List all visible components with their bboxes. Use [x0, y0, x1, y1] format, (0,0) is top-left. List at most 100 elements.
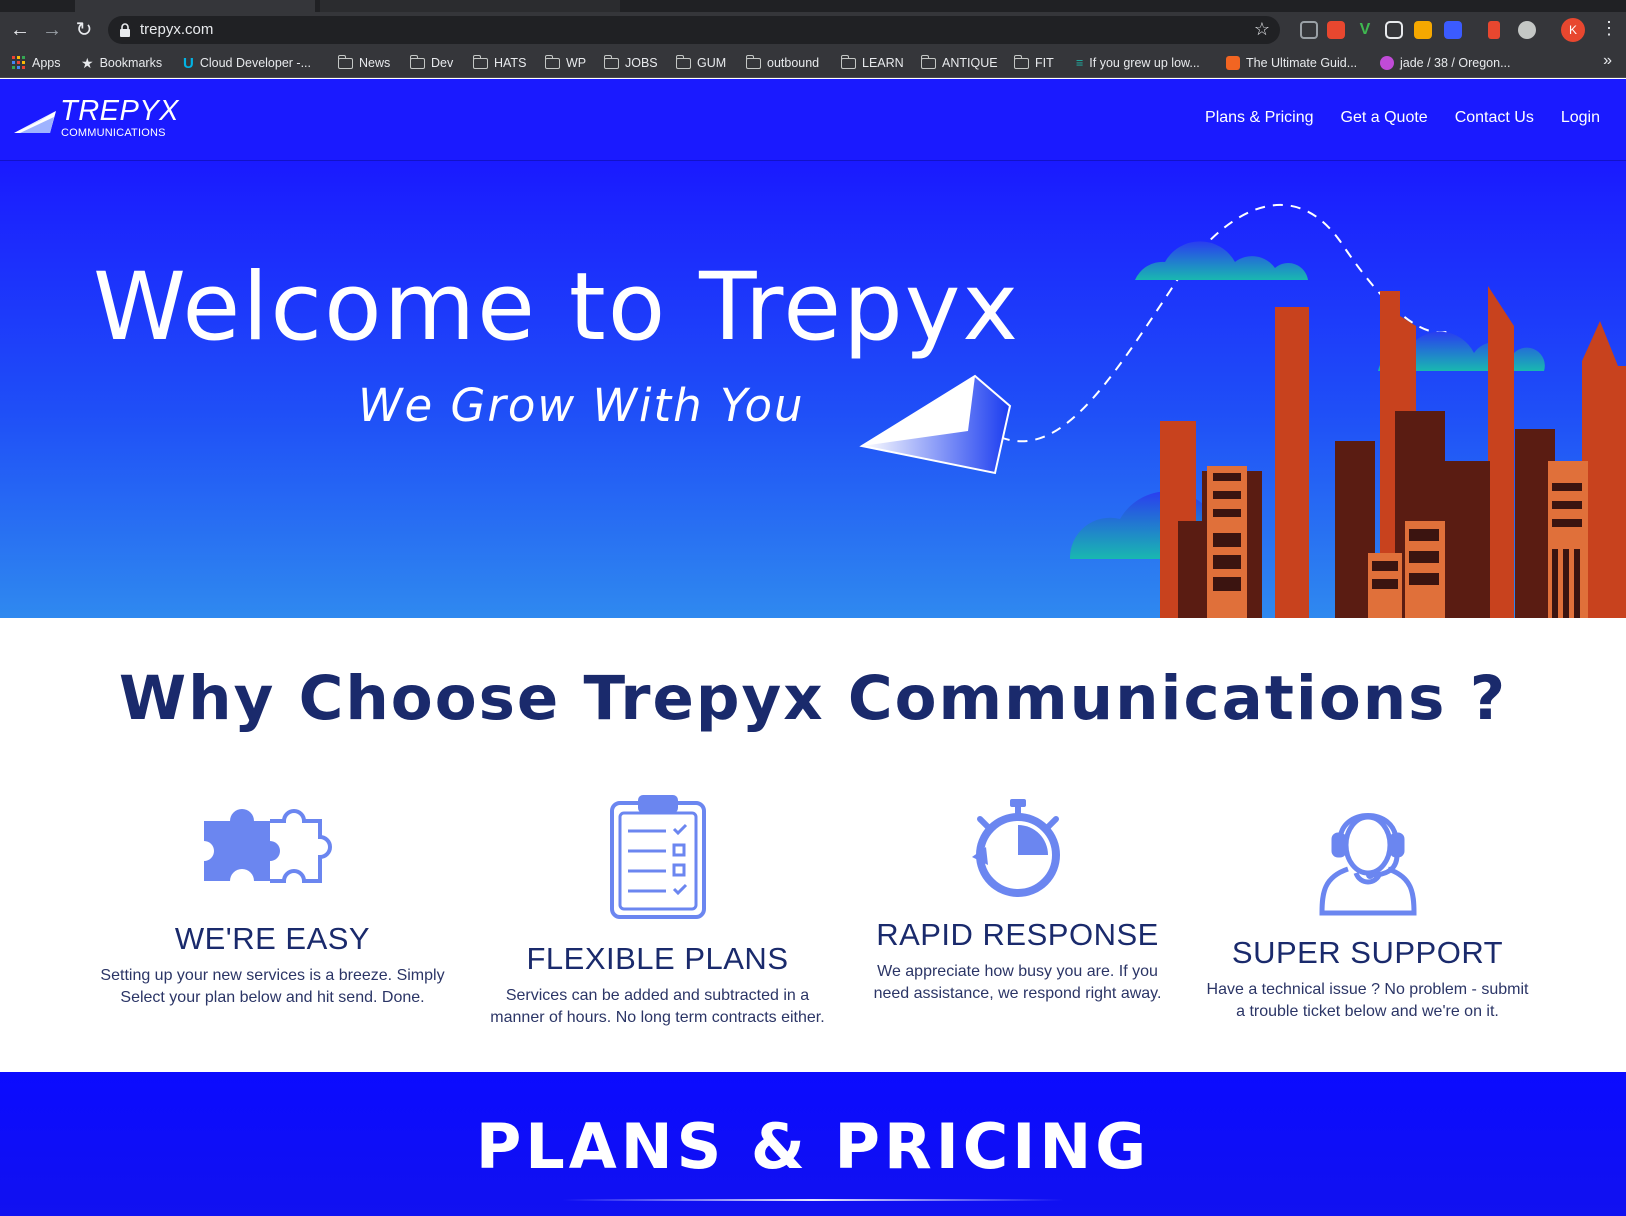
stopwatch-icon — [971, 799, 1060, 897]
ladder-icon: ≡ — [1076, 56, 1084, 70]
feature-desc-line: We appreciate how busy you are. If you — [877, 963, 1158, 980]
bookmark-label: News — [359, 56, 391, 70]
folder-icon — [472, 54, 488, 69]
bookmark-dev[interactable]: Dev — [409, 54, 454, 72]
feature-title: RAPID RESPONSE — [876, 917, 1159, 952]
feature-title: WE'RE EASY — [174, 921, 371, 956]
folder-icon — [920, 54, 936, 69]
bookmark-cloud-developer[interactable]: U Cloud Developer -... — [183, 54, 311, 72]
back-icon[interactable]: ← — [8, 18, 32, 42]
logo-wordmark: TREPYX — [60, 95, 180, 127]
url-text: trepyx.com — [140, 21, 214, 38]
feature-title: SUPER SUPPORT — [1231, 935, 1504, 970]
bookmark-outbound[interactable]: outbound — [745, 54, 819, 72]
bookmark-label: GUM — [697, 56, 727, 70]
feature-support: SUPER SUPPORT Have a technical issue ? N… — [1175, 793, 1560, 1023]
bookmark-label: JOBS — [625, 56, 658, 70]
bookmarks-bar: Apps ★ Bookmarks U Cloud Developer -... … — [0, 48, 1626, 78]
heading-divider — [563, 1199, 1063, 1201]
bookmark-label: jade / 38 / Oregon... — [1400, 56, 1511, 70]
nav-login[interactable]: Login — [1561, 109, 1600, 127]
browser-toolbar: ← → ↻ trepyx.com ☆ V K ⋮ — [0, 12, 1626, 48]
bookmark-jobs[interactable]: JOBS — [603, 54, 658, 72]
folder-icon — [337, 54, 353, 69]
folder-icon — [1013, 54, 1029, 69]
extension-circle-icon[interactable] — [1518, 21, 1536, 39]
feature-desc-line: manner of hours. No long term contracts … — [490, 1009, 825, 1026]
bookmark-gum[interactable]: GUM — [675, 54, 727, 72]
extension-v-icon[interactable]: V — [1356, 21, 1374, 39]
feature-desc-line: a trouble ticket below and we're on it. — [1236, 1003, 1499, 1020]
bookmark-label: ANTIQUE — [942, 56, 998, 70]
bookmark-bookmarks[interactable]: ★ Bookmarks — [81, 54, 162, 72]
browser-tab-strip — [0, 0, 1626, 12]
nav-contact-us[interactable]: Contact Us — [1455, 109, 1534, 127]
bookmark-label: FIT — [1035, 56, 1054, 70]
bookmark-star-icon[interactable]: ☆ — [1254, 19, 1270, 40]
browser-tab-active[interactable] — [75, 0, 315, 12]
bookmark-hats[interactable]: HATS — [472, 54, 527, 72]
bookmark-label: Dev — [431, 56, 454, 70]
hero-banner: Welcome to Trepyx We Grow With You — [0, 161, 1626, 618]
browser-tab[interactable] — [320, 0, 620, 12]
forward-icon[interactable]: → — [40, 18, 64, 42]
bookmark-if-you-grew-up[interactable]: ≡ If you grew up low... — [1076, 54, 1200, 72]
bookmark-news[interactable]: News — [337, 54, 391, 72]
plans-pricing-section: PLANS & PRICING — [0, 1072, 1626, 1216]
main-nav: Plans & Pricing Get a Quote Contact Us L… — [1205, 109, 1600, 127]
bookmark-fit[interactable]: FIT — [1013, 54, 1054, 72]
bookmark-learn[interactable]: LEARN — [840, 54, 904, 72]
more-bookmarks-icon[interactable]: » — [1603, 52, 1612, 70]
bookmark-label: Cloud Developer -... — [199, 56, 312, 70]
folder-icon — [544, 54, 560, 69]
bookmark-apps[interactable]: Apps — [12, 54, 61, 72]
bookmark-antique[interactable]: ANTIQUE — [920, 54, 998, 72]
trepyx-logo[interactable]: TREPYX COMMUNICATIONS — [14, 95, 184, 143]
paper-plane-logo-icon — [14, 111, 56, 133]
bookmark-label: HATS — [494, 56, 527, 70]
folder-icon — [603, 54, 619, 69]
menu-kebab-icon[interactable]: ⋮ — [1600, 18, 1618, 39]
feature-description: Setting up your new services is a breeze… — [80, 965, 465, 1009]
logo-subtitle: COMMUNICATIONS — [61, 127, 166, 139]
hero-subtitle: We Grow With You — [358, 379, 805, 432]
hero-title: Welcome to Trepyx — [93, 253, 1021, 362]
feature-desc-line: Select your plan below and hit send. Don… — [120, 989, 425, 1006]
why-choose-heading: Why Choose Trepyx Communications ? — [118, 663, 1508, 734]
feature-description: Have a technical issue ? No problem - su… — [1175, 979, 1560, 1023]
extension-pocket-icon[interactable] — [1385, 21, 1403, 39]
nav-plans-pricing[interactable]: Plans & Pricing — [1205, 109, 1314, 127]
feature-desc-line: Setting up your new services is a breeze… — [100, 967, 445, 984]
bookmark-label: WP — [566, 56, 587, 70]
folder-icon — [675, 54, 691, 69]
site-header: TREPYX COMMUNICATIONS Plans & Pricing Ge… — [0, 79, 1626, 161]
bookmark-label: Apps — [32, 56, 61, 70]
apps-grid-icon — [12, 56, 25, 69]
star-icon: ★ — [81, 54, 94, 71]
extension-calendar-icon[interactable] — [1327, 21, 1345, 39]
feature-desc-line: need assistance, we respond right away. — [873, 985, 1162, 1002]
extension-n-icon[interactable] — [1414, 21, 1432, 39]
extension-pen-icon[interactable] — [1300, 21, 1318, 39]
reload-icon[interactable]: ↻ — [72, 18, 96, 42]
profile-avatar[interactable]: K — [1561, 18, 1585, 42]
bookmark-jade[interactable]: jade / 38 / Oregon... — [1380, 54, 1511, 72]
bookmark-wp[interactable]: WP — [544, 54, 587, 72]
feature-description: Services can be added and subtracted in … — [465, 985, 850, 1029]
extension-fire-icon[interactable] — [1488, 21, 1500, 39]
lock-icon — [120, 23, 130, 37]
site-icon — [1380, 56, 1394, 70]
extension-link-icon[interactable] — [1444, 21, 1462, 39]
feature-desc-line: Have a technical issue ? No problem - su… — [1206, 981, 1529, 998]
bookmark-label: The Ultimate Guid... — [1246, 56, 1358, 70]
site-icon — [1226, 56, 1240, 70]
bookmark-label: If you grew up low... — [1089, 56, 1200, 70]
folder-icon — [745, 54, 761, 69]
nav-get-a-quote[interactable]: Get a Quote — [1341, 109, 1428, 127]
city-skyline-illustration — [859, 203, 1626, 618]
feature-easy: WE'RE EASY Setting up your new services … — [80, 795, 465, 1009]
support-agent-icon — [1318, 813, 1417, 916]
bookmark-ultimate-guide[interactable]: The Ultimate Guid... — [1226, 54, 1357, 72]
address-bar[interactable]: trepyx.com ☆ — [108, 16, 1280, 44]
feature-title: FLEXIBLE PLANS — [526, 941, 789, 976]
